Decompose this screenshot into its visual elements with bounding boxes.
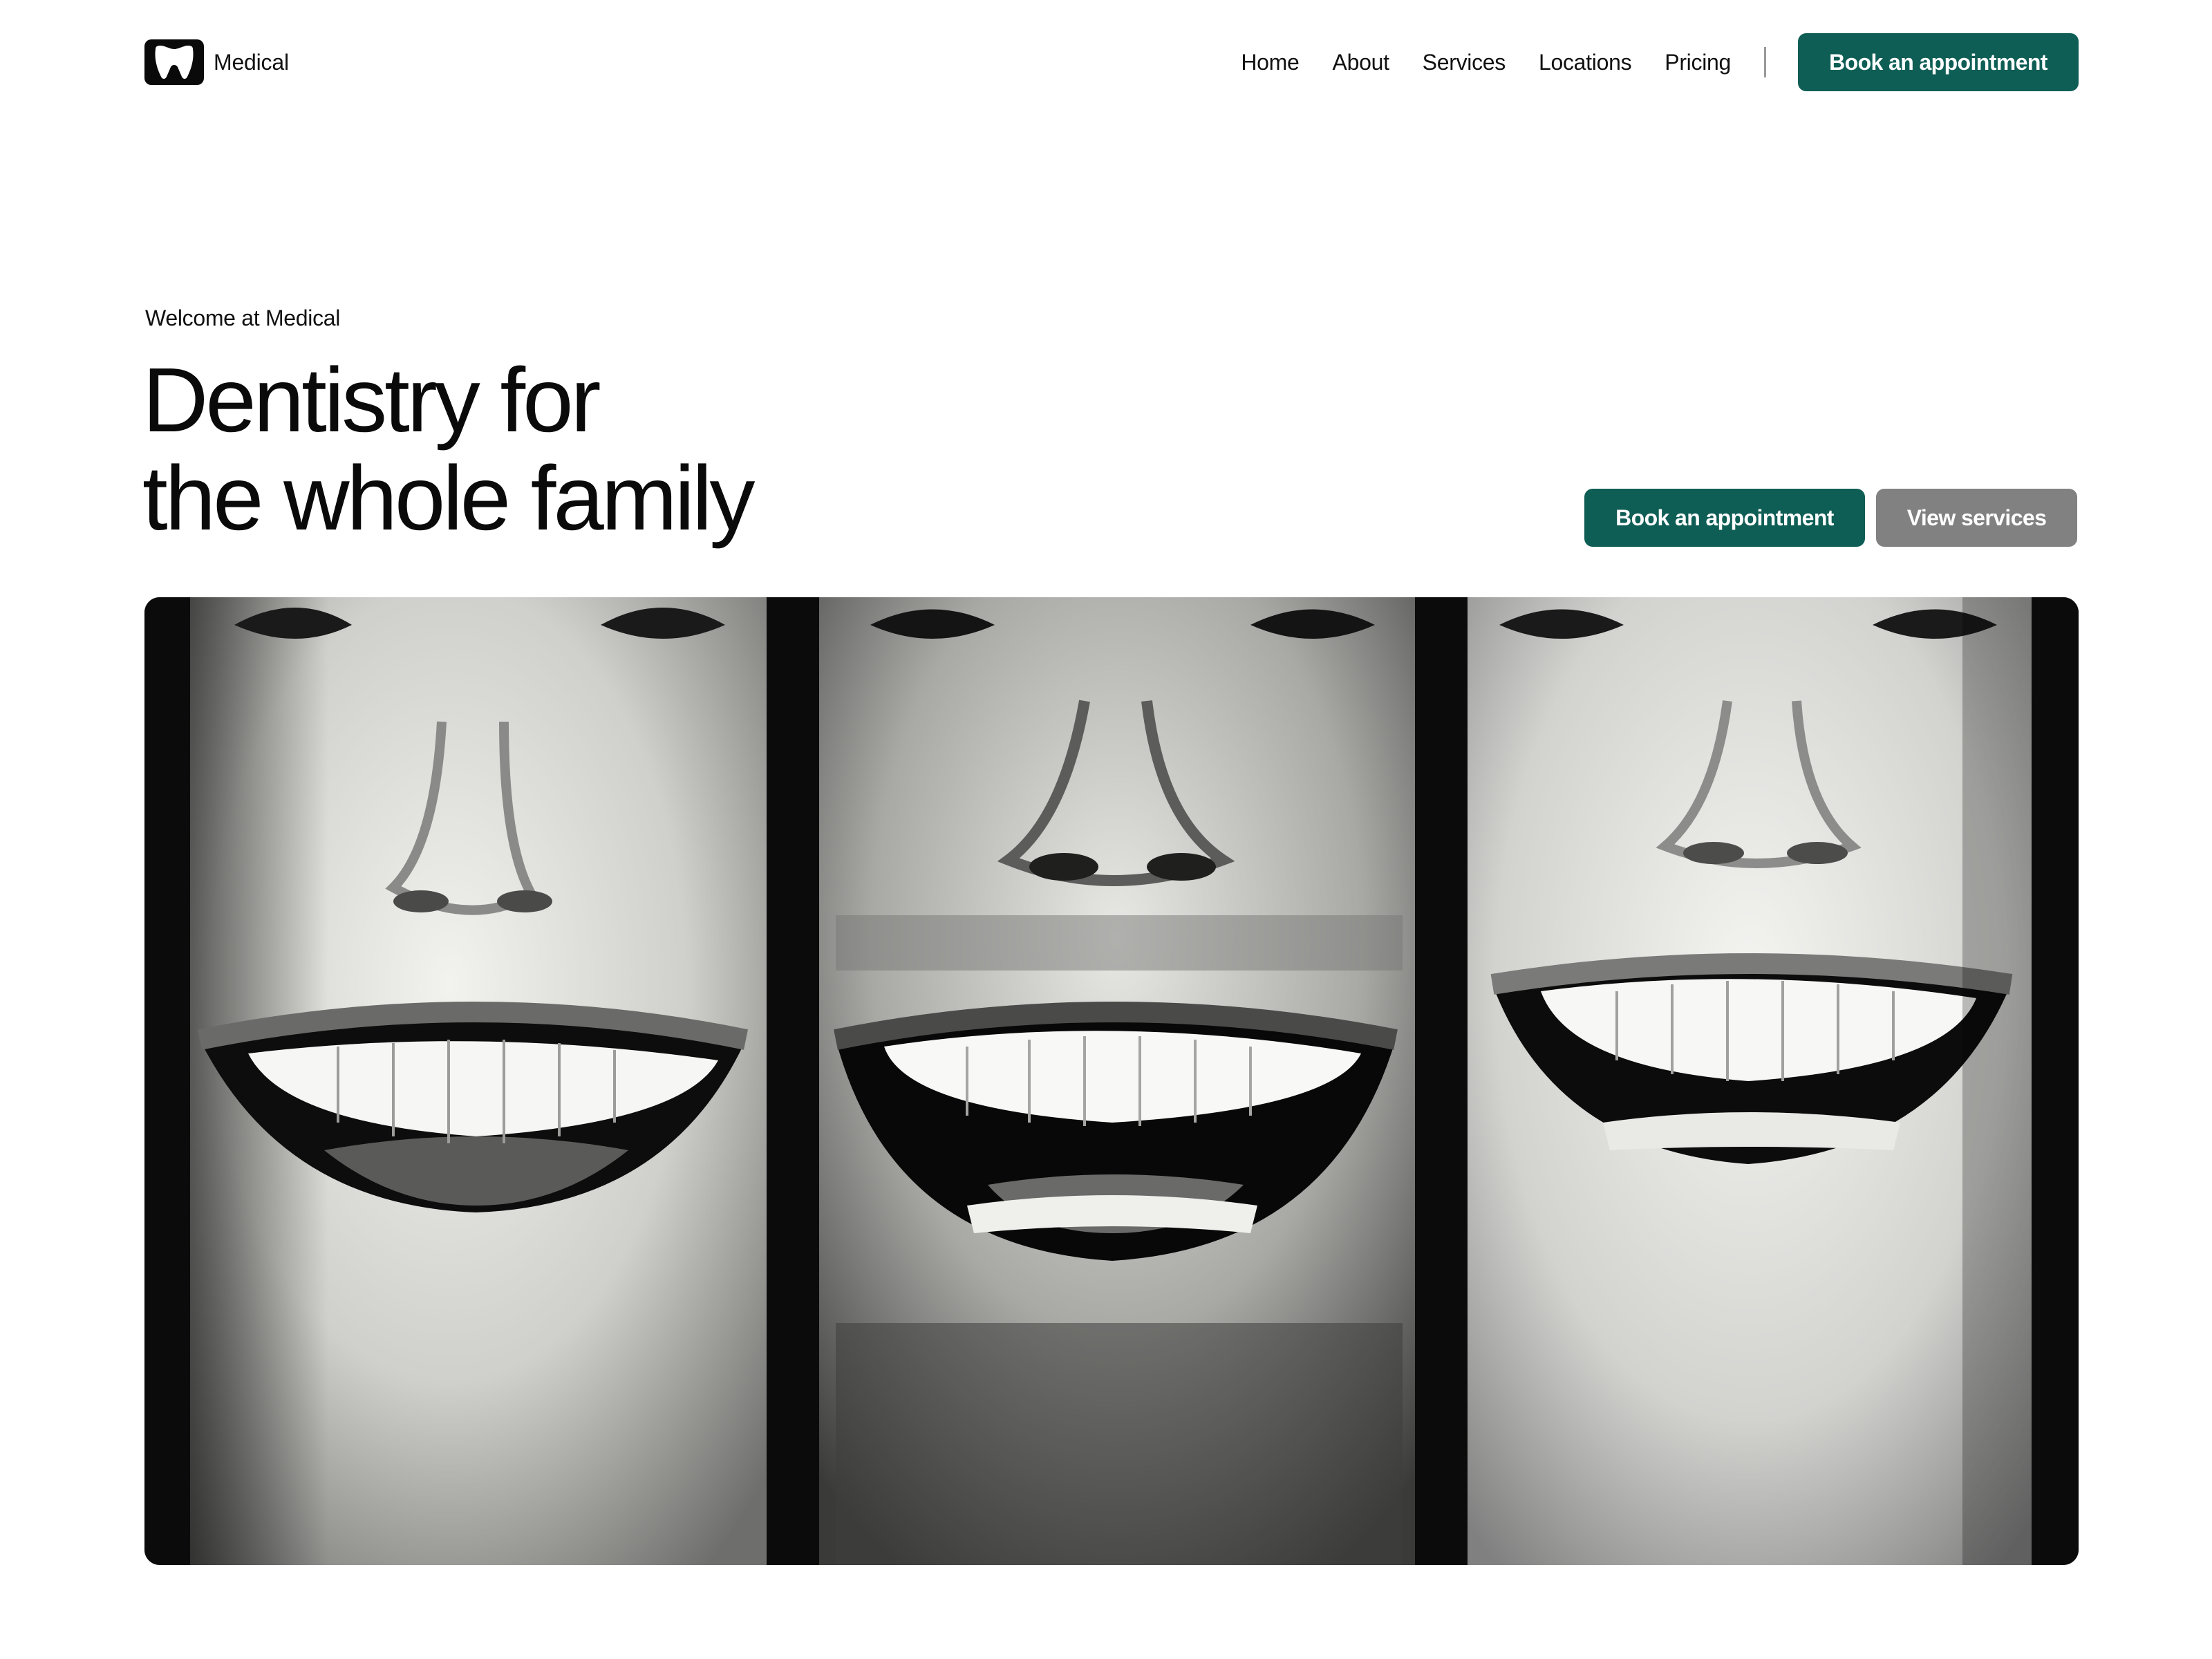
nav-item-pricing[interactable]: Pricing (1665, 50, 1731, 75)
header-book-appointment-button[interactable]: Book an appointment (1798, 33, 2079, 91)
nav-divider (1764, 47, 1766, 77)
site-header: Medical Home About Services Locations Pr… (144, 33, 2079, 91)
face-panel-2 (819, 597, 1415, 1565)
main-nav: Home About Services Locations Pricing Bo… (1241, 33, 2079, 91)
tooth-logo-icon (144, 39, 204, 85)
hero-book-appointment-button[interactable]: Book an appointment (1584, 489, 1865, 547)
brand-logo-link[interactable]: Medical (144, 39, 289, 85)
face-panel-1 (190, 597, 767, 1565)
view-services-button[interactable]: View services (1876, 489, 2077, 547)
hero-eyebrow: Welcome at Medical (145, 306, 341, 330)
face-panel-3 (1468, 597, 2032, 1565)
hero-headline-line-2: the whole family (142, 447, 755, 549)
nav-item-locations[interactable]: Locations (1539, 50, 1632, 75)
hero-headline-line-1: Dentistry for (142, 349, 601, 451)
hero-headline: Dentistry for the whole family (142, 349, 755, 549)
smiles-photo-collage (144, 597, 2079, 1565)
brand-name: Medical (214, 49, 289, 75)
nav-item-about[interactable]: About (1333, 50, 1389, 75)
nav-item-services[interactable]: Services (1423, 50, 1506, 75)
hero-actions: Book an appointment View services (1584, 489, 2077, 547)
hero-image-smiles (144, 597, 2079, 1565)
nav-item-home[interactable]: Home (1241, 50, 1299, 75)
